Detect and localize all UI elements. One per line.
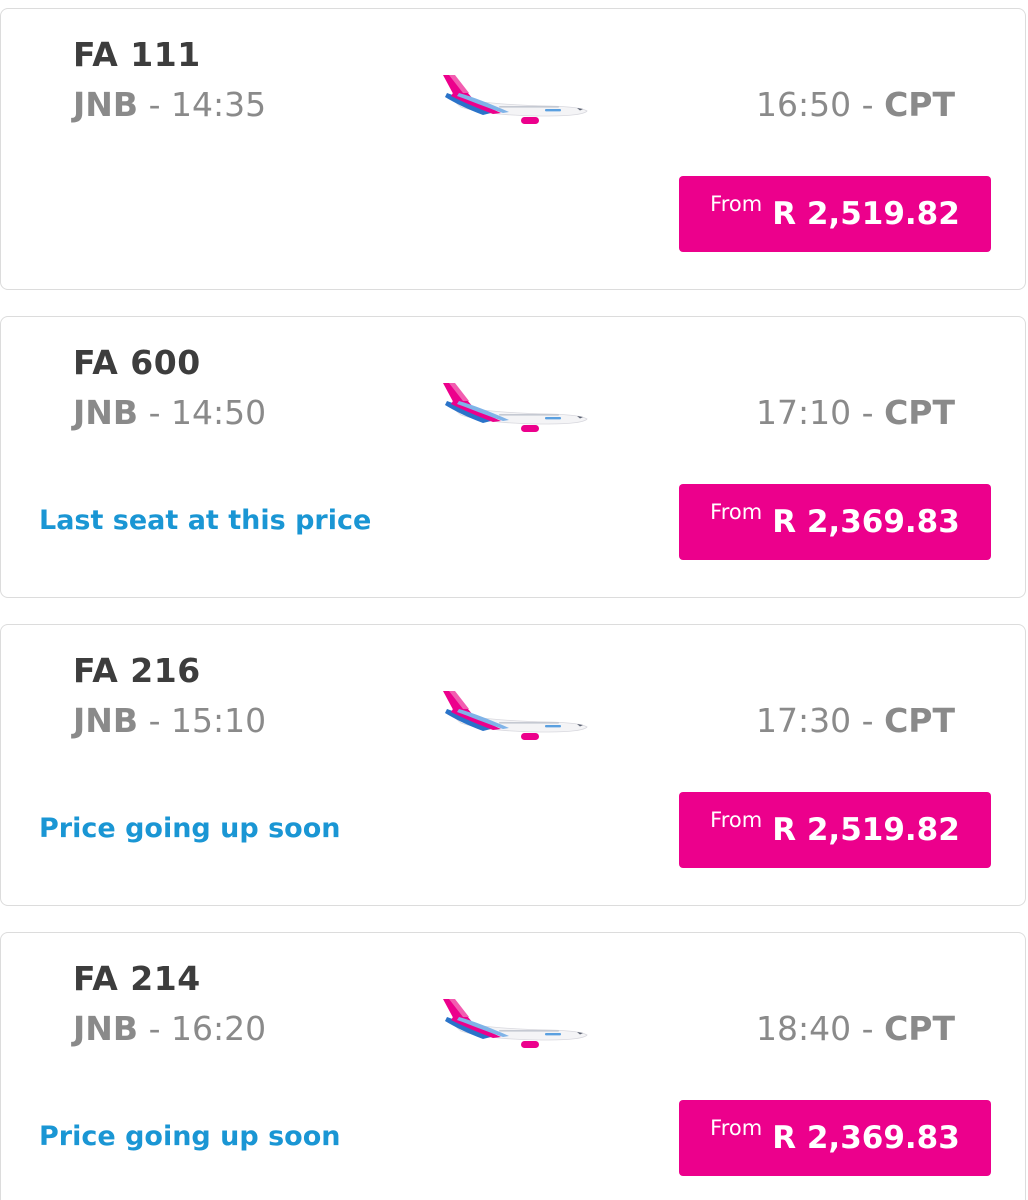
separator: -	[148, 701, 161, 740]
plane-icon	[439, 995, 589, 1051]
departure-info: JNB - 16:20	[73, 1009, 266, 1048]
origin-airport: JNB	[73, 85, 139, 124]
separator: -	[861, 393, 874, 432]
destination-airport: CPT	[884, 85, 955, 124]
arrival-info: 17:10 - CPT	[756, 393, 955, 432]
departure-time: 16:20	[170, 1009, 267, 1048]
separator: -	[148, 85, 161, 124]
price-prefix: From	[710, 192, 763, 216]
plane-icon	[439, 379, 589, 435]
price-amount: R 2,519.82	[772, 196, 960, 232]
price-button[interactable]: From R 2,369.83	[679, 484, 991, 560]
price-button[interactable]: From R 2,519.82	[679, 176, 991, 252]
arrival-time: 18:40	[756, 1009, 852, 1048]
destination-airport: CPT	[884, 393, 955, 432]
arrival-time: 17:10	[756, 393, 852, 432]
departure-time: 15:10	[170, 701, 267, 740]
origin-airport: JNB	[73, 1009, 139, 1048]
flight-card[interactable]: FA 600 JNB - 14:50 17:10 - CPT Last seat…	[0, 316, 1026, 598]
flight-card[interactable]: FA 111 JNB - 14:35 16:50 - CPT From R 2,…	[0, 8, 1026, 290]
price-prefix: From	[710, 500, 763, 524]
flight-card[interactable]: FA 216 JNB - 15:10 17:30 - CPT Price goi…	[0, 624, 1026, 906]
plane-icon	[439, 71, 589, 127]
flight-number: FA 214	[73, 959, 201, 998]
flight-results-list: FA 111 JNB - 14:35 16:50 - CPT From R 2,…	[0, 0, 1028, 1200]
price-amount: R 2,519.82	[772, 812, 960, 848]
price-prefix: From	[710, 808, 763, 832]
separator: -	[148, 393, 161, 432]
separator: -	[861, 701, 874, 740]
flight-number: FA 216	[73, 651, 201, 690]
origin-airport: JNB	[73, 701, 139, 740]
origin-airport: JNB	[73, 393, 139, 432]
arrival-time: 17:30	[756, 701, 852, 740]
arrival-info: 16:50 - CPT	[756, 85, 955, 124]
promo-message: Last seat at this price	[39, 505, 372, 536]
destination-airport: CPT	[884, 701, 955, 740]
plane-icon	[439, 687, 589, 743]
arrival-info: 18:40 - CPT	[756, 1009, 955, 1048]
flight-number: FA 600	[73, 343, 201, 382]
separator: -	[861, 1009, 874, 1048]
price-amount: R 2,369.83	[772, 1120, 960, 1156]
arrival-time: 16:50	[756, 85, 852, 124]
price-button[interactable]: From R 2,519.82	[679, 792, 991, 868]
flight-number: FA 111	[73, 35, 201, 74]
flight-card[interactable]: FA 214 JNB - 16:20 18:40 - CPT Price goi…	[0, 932, 1026, 1200]
departure-time: 14:35	[170, 85, 267, 124]
promo-message: Price going up soon	[39, 1121, 341, 1152]
promo-message: Price going up soon	[39, 813, 341, 844]
price-prefix: From	[710, 1116, 763, 1140]
arrival-info: 17:30 - CPT	[756, 701, 955, 740]
departure-info: JNB - 15:10	[73, 701, 266, 740]
price-amount: R 2,369.83	[772, 504, 960, 540]
separator: -	[148, 1009, 161, 1048]
separator: -	[861, 85, 874, 124]
price-button[interactable]: From R 2,369.83	[679, 1100, 991, 1176]
departure-time: 14:50	[170, 393, 267, 432]
departure-info: JNB - 14:35	[73, 85, 266, 124]
departure-info: JNB - 14:50	[73, 393, 266, 432]
destination-airport: CPT	[884, 1009, 955, 1048]
